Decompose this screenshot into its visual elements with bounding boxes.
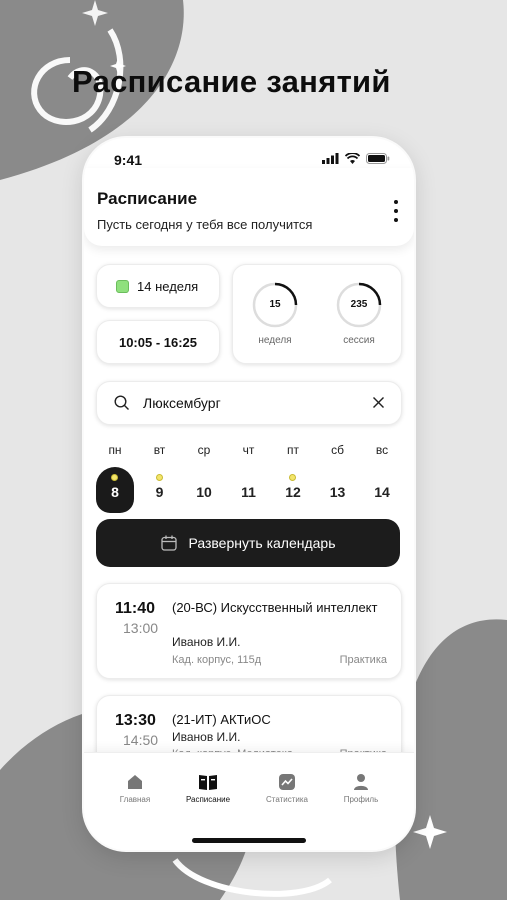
header-card: Расписание Пусть сегодня у тебя все полу… — [84, 168, 414, 246]
signal-icon — [322, 153, 339, 164]
promo-title: Расписание занятий — [72, 64, 391, 99]
week-days: пн 8 вт 9 ср 10 чт 11 пт 12 сб 13 вс 14 — [96, 441, 402, 513]
day-number: 12 — [285, 484, 301, 500]
day-number: 8 — [111, 484, 119, 500]
tab-label: Расписание — [185, 795, 231, 804]
search-value: Люксембург — [143, 395, 221, 411]
day-number: 14 — [374, 484, 390, 500]
day-item[interactable]: чт 11 — [230, 441, 268, 503]
week-count: 15 — [269, 299, 281, 310]
lesson-start: 11:40 — [115, 600, 156, 617]
expand-calendar-button[interactable]: Развернуть календарь — [96, 519, 400, 567]
event-dot — [155, 474, 163, 481]
lesson-teacher: Иванов И.И. — [172, 730, 241, 744]
tab-profile[interactable]: Профиль — [328, 763, 394, 804]
week-status-indicator — [116, 279, 129, 293]
lesson-end: 14:50 — [123, 732, 159, 748]
time-range: 10:05 - 16:25 — [96, 320, 220, 364]
battery-icon — [366, 153, 390, 164]
lesson-title: (21-ИТ) АКТиОС — [172, 712, 271, 727]
book-icon — [199, 775, 217, 790]
session-count: 235 — [350, 299, 368, 310]
lesson-type: Практика — [339, 654, 387, 666]
tab-label: Профиль — [343, 795, 379, 804]
event-dot — [289, 474, 296, 481]
day-item[interactable]: вт 9 — [141, 441, 179, 503]
session-count-label: сессия — [343, 335, 375, 346]
week-label: 14 неделя — [137, 278, 199, 294]
stats-card: 15 неделя 235 сессия — [232, 264, 402, 364]
tab-label: Главная — [119, 795, 151, 804]
day-name: пн — [108, 443, 122, 457]
day-name: вс — [375, 443, 389, 457]
week-progress-ring: 15 — [251, 281, 299, 329]
day-name: пт — [287, 443, 299, 457]
phone-frame: 9:41 Расписание Пусть сегодня у тебя все… — [84, 138, 414, 850]
week-badge: 14 неделя — [96, 264, 220, 308]
tab-statistics[interactable]: Статистика — [254, 763, 320, 804]
close-icon[interactable] — [372, 396, 385, 409]
wifi-icon — [345, 153, 360, 164]
home-indicator — [192, 838, 306, 843]
search-icon — [114, 395, 129, 410]
tab-schedule[interactable]: Расписание — [175, 763, 241, 804]
lesson-teacher: Иванов И.И. — [172, 635, 241, 649]
day-item[interactable]: пн 8 — [96, 441, 134, 513]
day-number: 10 — [196, 484, 212, 500]
home-icon — [128, 775, 142, 789]
tab-home[interactable]: Главная — [102, 763, 168, 804]
day-name: ср — [197, 443, 211, 457]
day-number: 13 — [329, 484, 346, 500]
tab-label: Статистика — [265, 795, 308, 804]
status-icons — [322, 153, 390, 164]
day-item[interactable]: ср 10 — [185, 441, 223, 503]
day-number: 11 — [241, 484, 256, 500]
lesson-end: 13:00 — [123, 620, 159, 636]
expand-calendar-label: Развернуть календарь — [188, 535, 336, 551]
lesson-card[interactable]: 11:40 13:00 (20-ВС) Искусственный интелл… — [96, 583, 402, 679]
calendar-icon — [161, 535, 178, 551]
week-count-label: неделя — [258, 335, 292, 346]
more-menu-icon[interactable] — [392, 200, 400, 222]
page-subtitle: Пусть сегодня у тебя все получится — [97, 217, 313, 232]
status-time: 9:41 — [114, 152, 143, 168]
lesson-room: Кад. корпус, 115д — [172, 654, 262, 666]
day-name: сб — [331, 443, 344, 457]
day-name: чт — [242, 443, 255, 457]
day-number: 9 — [155, 484, 164, 500]
day-item[interactable]: вс 14 — [363, 441, 401, 503]
profile-icon — [354, 774, 368, 790]
lesson-start: 13:30 — [115, 712, 156, 729]
bottom-tab-bar: Главная Расписание Статистика Профиль — [84, 752, 414, 850]
day-name: вт — [153, 443, 166, 457]
chart-icon — [279, 774, 295, 790]
event-dot — [111, 474, 118, 481]
search-input[interactable]: Люксембург — [96, 381, 402, 425]
session-progress-ring: 235 — [335, 281, 383, 329]
day-item[interactable]: пт 12 — [274, 441, 312, 503]
lesson-title: (20-ВС) Искусственный интеллект — [172, 600, 378, 615]
day-item[interactable]: сб 13 — [319, 441, 357, 503]
page-title: Расписание — [97, 189, 198, 208]
